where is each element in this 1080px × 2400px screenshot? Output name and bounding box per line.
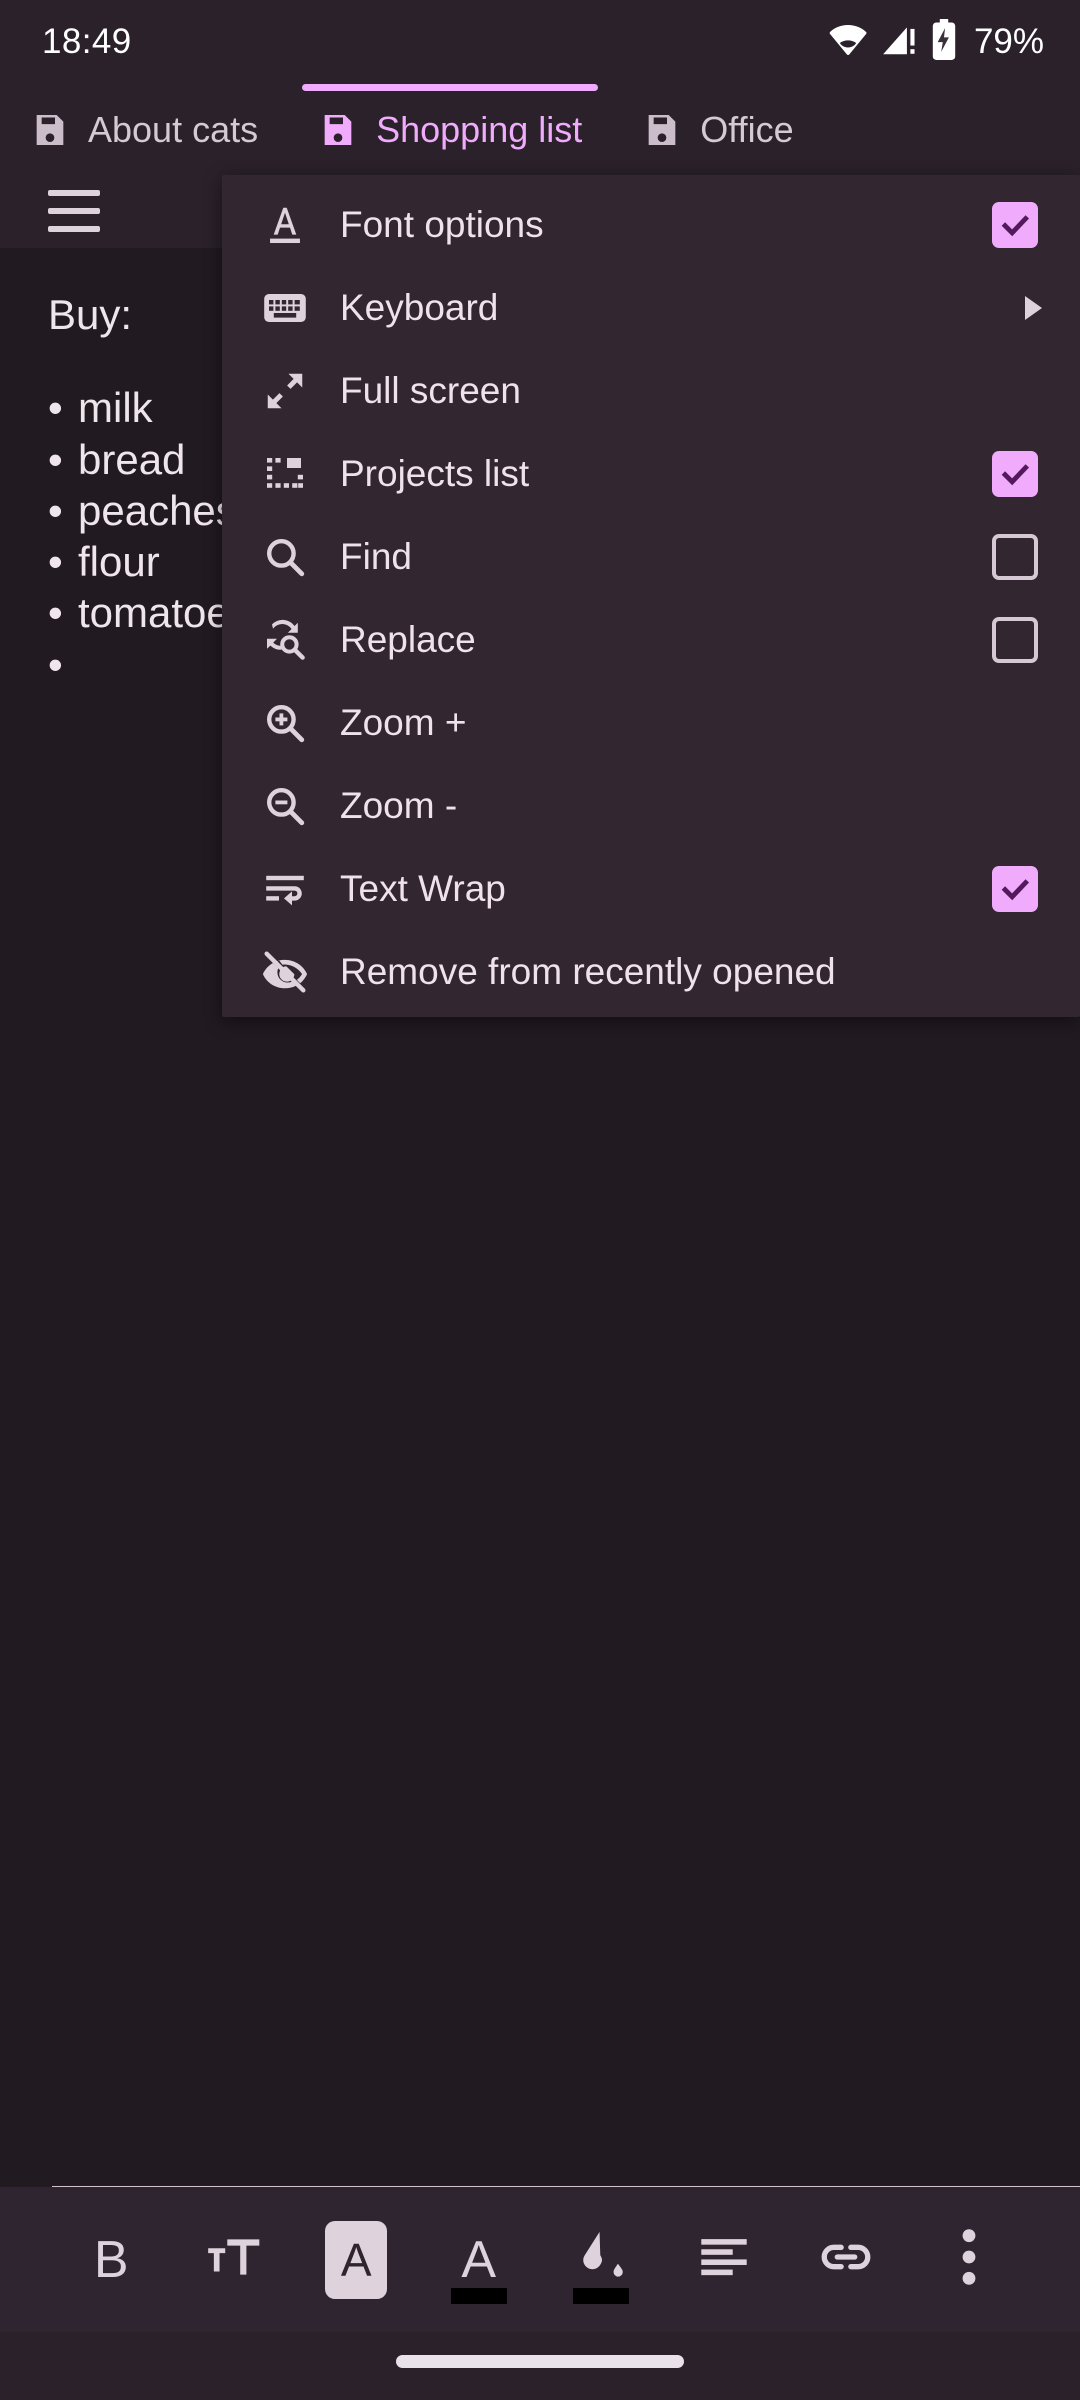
checkbox-checked[interactable] — [992, 865, 1038, 912]
zoom-out-icon — [254, 778, 316, 834]
status-indicators: 79% — [828, 18, 1044, 66]
keyboard-icon — [254, 280, 316, 336]
menu-item-label: Zoom + — [340, 701, 467, 743]
menu-item-label: Projects list — [340, 452, 530, 494]
menu-item-projects-list[interactable]: Projects list — [222, 432, 1080, 515]
menu-item-replace[interactable]: Replace — [222, 598, 1080, 681]
fullscreen-expand-icon — [254, 363, 316, 419]
bold-icon: B — [93, 2230, 129, 2289]
menu-item-keyboard[interactable]: Keyboard — [222, 266, 1080, 349]
menu-item-label: Remove from recently opened — [340, 950, 836, 992]
font-size-icon — [203, 2226, 265, 2293]
hamburger-line — [48, 208, 100, 214]
text-color-button[interactable]: A — [418, 2210, 541, 2310]
list-item-label: milk — [78, 384, 153, 432]
floppy-disk-icon — [318, 110, 358, 150]
phone-screen: 18:49 79% About cats Shopping list Offic… — [0, 0, 1080, 2400]
wifi-icon — [828, 20, 868, 65]
bullet-glyph: • — [48, 384, 63, 432]
menu-item-label: Replace — [340, 618, 476, 660]
list-item-label: peaches — [78, 486, 237, 534]
tab-about-cats[interactable]: About cats — [0, 84, 288, 176]
menu-item-label: Text Wrap — [340, 867, 506, 909]
menu-item-remove-from-recently-opened[interactable]: Remove from recently opened — [222, 930, 1080, 1013]
checkbox-unchecked[interactable] — [992, 616, 1038, 663]
active-tab-indicator — [302, 84, 599, 91]
menu-item-find[interactable]: Find — [222, 515, 1080, 598]
overflow-menu-button[interactable] — [908, 2210, 1031, 2310]
text-style-boxed-icon: A — [325, 2220, 388, 2299]
fill-color-swatch — [573, 2287, 630, 2304]
checkbox-unchecked[interactable] — [992, 533, 1038, 580]
menu-item-zoom-out[interactable]: Zoom - — [222, 764, 1080, 847]
tab-label: Office — [700, 109, 794, 150]
bold-button[interactable]: B — [50, 2210, 173, 2310]
bullet-glyph: • — [48, 589, 63, 637]
menu-item-label: Font options — [340, 203, 544, 245]
home-gesture-bar[interactable] — [396, 2355, 684, 2368]
text-color-icon: A — [461, 2230, 497, 2289]
paint-bucket-icon — [572, 2226, 630, 2293]
status-clock: 18:49 — [42, 22, 132, 61]
search-icon — [254, 529, 316, 585]
link-button[interactable] — [785, 2210, 908, 2310]
tab-label: About cats — [88, 109, 259, 150]
battery-charging-icon — [930, 18, 958, 66]
chevron-right-icon — [1025, 295, 1042, 320]
menu-item-full-screen[interactable]: Full screen — [222, 349, 1080, 432]
bullet-glyph: • — [48, 435, 63, 483]
menu-item-font-options[interactable]: Font options — [222, 183, 1080, 266]
link-icon — [817, 2228, 875, 2291]
fill-color-button[interactable] — [540, 2210, 663, 2310]
text-style-button[interactable]: A — [295, 2210, 418, 2310]
formatting-toolbar: B A A — [0, 2187, 1080, 2332]
font-size-button[interactable] — [173, 2210, 296, 2310]
projects-list-icon — [254, 446, 316, 502]
checkbox-checked[interactable] — [992, 201, 1038, 248]
tab-shopping-list[interactable]: Shopping list — [288, 84, 612, 176]
menu-item-zoom-in[interactable]: Zoom + — [222, 681, 1080, 764]
menu-item-label: Full screen — [340, 369, 521, 411]
floppy-disk-icon — [30, 110, 70, 150]
menu-item-label: Zoom - — [340, 784, 458, 826]
hamburger-line — [48, 190, 100, 196]
more-vertical-icon — [957, 2225, 981, 2294]
menu-item-label: Keyboard — [340, 286, 499, 328]
align-left-button[interactable] — [663, 2210, 786, 2310]
bullet-glyph: • — [48, 486, 63, 534]
options-popup-menu: Font options Keyboard Full screen Projec… — [222, 175, 1080, 1017]
battery-percent-label: 79% — [973, 22, 1044, 61]
eye-off-icon — [254, 944, 316, 1000]
zoom-in-icon — [254, 695, 316, 751]
text-wrap-icon — [254, 861, 316, 917]
hamburger-line — [48, 226, 100, 232]
status-bar: 18:49 79% — [0, 0, 1080, 84]
floppy-disk-icon — [642, 110, 682, 150]
checkbox-checked[interactable] — [992, 450, 1038, 497]
cellular-signal-icon — [880, 20, 918, 65]
list-item-label: flour — [78, 538, 160, 586]
align-left-icon — [695, 2228, 753, 2291]
tab-office[interactable]: Office — [612, 84, 823, 176]
bullet-glyph: • — [48, 640, 63, 688]
tab-label: Shopping list — [376, 109, 583, 150]
bullet-glyph: • — [48, 538, 63, 586]
menu-item-label: Find — [340, 535, 412, 577]
hamburger-menu-icon[interactable] — [48, 190, 100, 232]
list-item-label: bread — [78, 435, 186, 483]
text-color-swatch — [450, 2287, 507, 2304]
menu-item-text-wrap[interactable]: Text Wrap — [222, 847, 1080, 930]
font-underline-icon — [254, 197, 316, 253]
find-replace-icon — [254, 612, 316, 668]
tab-bar: About cats Shopping list Office — [0, 84, 1080, 176]
